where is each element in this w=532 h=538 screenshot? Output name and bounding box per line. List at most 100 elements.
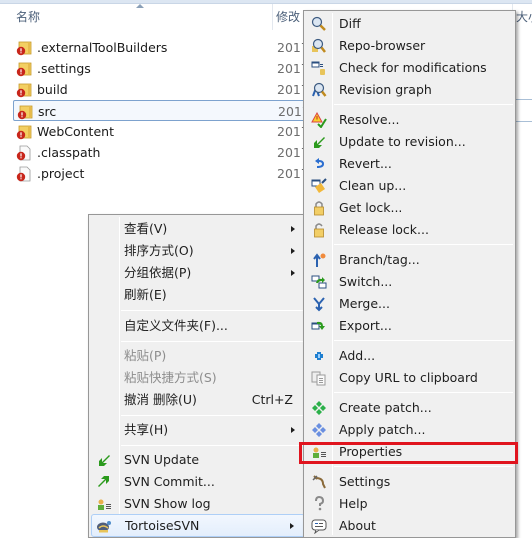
menu-item-group-by[interactable]: 分组依据(P) [91, 262, 305, 284]
menu-item-label: About [339, 518, 376, 533]
file-conflict-icon [16, 166, 31, 182]
menu-item-label: Release lock... [339, 222, 429, 237]
menu-item-copy-url[interactable]: Copy URL to clipboard [306, 367, 513, 389]
menu-item-branch-tag[interactable]: Branch/tag... [306, 249, 513, 271]
menu-item-label: Get lock... [339, 200, 403, 215]
menu-item-revision-graph[interactable]: Revision graph [306, 79, 513, 101]
menu-item-label: Revision graph [339, 82, 432, 97]
diff-icon [311, 16, 326, 31]
file-row[interactable]: .settings 2017 [13, 58, 313, 79]
menu-separator [121, 310, 305, 311]
menu-item-label: Clean up... [339, 178, 407, 193]
menu-item-undo-delete[interactable]: 撤消 删除(U) Ctrl+Z [91, 389, 305, 411]
folder-conflict-icon [16, 62, 32, 77]
menu-item-add[interactable]: Add... [306, 345, 513, 367]
menu-item-export[interactable]: Export... [306, 315, 513, 337]
menu-item-clean-up[interactable]: Clean up... [306, 175, 513, 197]
svn-log-icon [98, 499, 111, 510]
menu-item-label: Repo-browser [339, 38, 426, 53]
menu-item-merge[interactable]: Merge... [306, 293, 513, 315]
menu-item-label: Create patch... [339, 400, 432, 415]
submenu-arrow-icon [291, 427, 295, 433]
file-row[interactable]: .classpath 2017 [13, 142, 313, 163]
menu-item-repo-browser[interactable]: Repo-browser [306, 35, 513, 57]
menu-separator [121, 445, 305, 446]
submenu-arrow-icon [291, 226, 295, 232]
file-row[interactable]: build 2017 [13, 79, 313, 100]
folder-conflict-icon [16, 125, 32, 140]
menu-separator [121, 341, 305, 342]
file-name: WebContent [37, 124, 114, 139]
menu-item-svn-commit[interactable]: SVN Commit... [91, 471, 305, 493]
properties-highlight-box [299, 442, 518, 464]
export-icon [311, 321, 325, 330]
revert-icon [315, 158, 324, 168]
menu-item-apply-patch[interactable]: Apply patch... [306, 419, 513, 441]
menu-item-svn-update[interactable]: SVN Update [91, 449, 305, 471]
file-name: .classpath [37, 145, 101, 160]
menu-item-revert[interactable]: Revert... [306, 153, 513, 175]
file-name: src [38, 104, 57, 119]
menu-item-view[interactable]: 查看(V) [91, 218, 305, 240]
settings-icon [312, 475, 326, 489]
menu-item-label: Switch... [339, 274, 393, 289]
menu-item-svn-show-log[interactable]: SVN Show log [91, 493, 305, 515]
column-divider[interactable] [272, 4, 273, 30]
menu-item-check-for-modifications[interactable]: Check for modifications [306, 57, 513, 79]
menu-item-label: Branch/tag... [339, 252, 420, 267]
menu-item-label: 粘贴快捷方式(S) [124, 370, 217, 385]
unlock-icon [314, 223, 324, 238]
submenu-arrow-icon [291, 270, 295, 276]
menu-item-release-lock[interactable]: Release lock... [306, 219, 513, 241]
lock-icon [314, 201, 324, 216]
menu-separator [334, 104, 513, 105]
merge-icon [313, 297, 325, 312]
menu-item-label: 粘贴(P) [124, 348, 167, 363]
menu-item-paste-shortcut[interactable]: 粘贴快捷方式(S) [91, 367, 305, 389]
menu-item-create-patch[interactable]: Create patch... [306, 397, 513, 419]
tortoise-icon [97, 521, 111, 533]
menu-item-resolve[interactable]: Resolve... [306, 109, 513, 131]
menu-item-label: SVN Update [124, 452, 200, 467]
menu-item-update-to-revision[interactable]: Update to revision... [306, 131, 513, 153]
menu-item-settings[interactable]: Settings [306, 471, 513, 493]
menu-item-label: Merge... [339, 296, 390, 311]
menu-item-label: Add... [339, 348, 376, 363]
copy-url-icon [311, 371, 326, 386]
menu-separator [121, 415, 305, 416]
menu-item-label: Update to revision... [339, 134, 466, 149]
check-modifications-icon [311, 61, 325, 75]
menu-item-tortoisesvn[interactable]: TortoiseSVN [91, 514, 305, 537]
menu-item-label: Apply patch... [339, 422, 426, 437]
add-icon [315, 352, 323, 360]
file-row[interactable]: .project 2017 [13, 163, 313, 184]
file-name: .settings [37, 61, 91, 76]
file-row-selected[interactable]: src 2017 [13, 100, 318, 121]
menu-item-diff[interactable]: Diff [306, 13, 513, 35]
menu-item-switch[interactable]: Switch... [306, 271, 513, 293]
file-conflict-icon [16, 145, 31, 161]
menu-item-refresh[interactable]: 刷新(E) [91, 284, 305, 306]
menu-item-label: 刷新(E) [124, 287, 167, 302]
menu-item-sort-by[interactable]: 排序方式(O) [91, 240, 305, 262]
menu-item-help[interactable]: Help [306, 493, 513, 515]
menu-item-get-lock[interactable]: Get lock... [306, 197, 513, 219]
column-header-name[interactable]: 名称 [16, 4, 271, 30]
file-row[interactable]: .externalToolBuilders 2017 [13, 37, 313, 58]
file-row[interactable]: WebContent 2017 [13, 121, 313, 142]
file-name: build [37, 82, 68, 97]
branch-icon [313, 253, 326, 267]
menu-item-about[interactable]: About [306, 515, 513, 537]
folder-conflict-icon [17, 105, 33, 120]
svn-commit-icon [98, 476, 109, 487]
menu-item-label: 撤消 删除(U) [124, 392, 197, 407]
menu-item-label: 查看(V) [124, 221, 168, 236]
menu-item-share[interactable]: 共享(H) [91, 419, 305, 441]
menu-item-paste[interactable]: 粘贴(P) [91, 345, 305, 367]
menu-item-customize-folder[interactable]: 自定义文件夹(F)... [91, 315, 305, 337]
menu-item-label: SVN Commit... [124, 474, 215, 489]
menu-item-label: Check for modifications [339, 60, 487, 75]
file-name: .project [37, 166, 85, 181]
column-header-size[interactable]: 大小 [516, 4, 532, 30]
menu-item-label: 排序方式(O) [124, 243, 194, 258]
